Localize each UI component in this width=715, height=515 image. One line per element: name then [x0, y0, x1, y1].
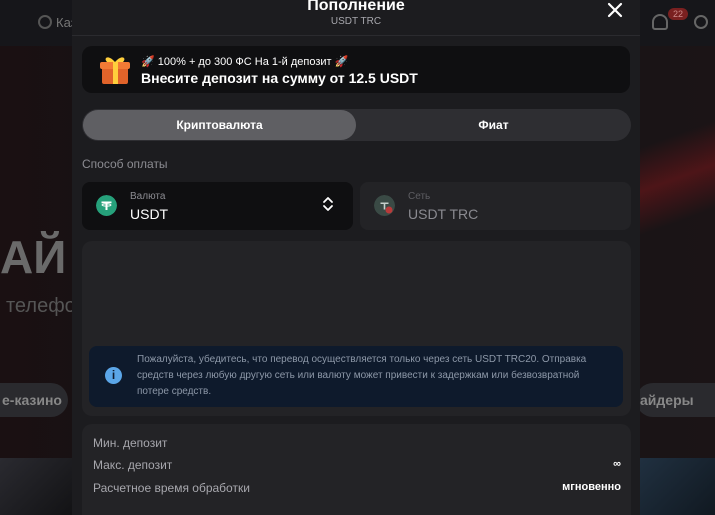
limit-value: ∞ [613, 458, 621, 470]
limit-label: Расчетное время обработки [93, 481, 250, 495]
modal-title: Пополнение [307, 0, 405, 14]
close-button[interactable] [604, 0, 626, 22]
network-value: USDT TRC [408, 206, 479, 222]
tron-network-icon [374, 195, 395, 216]
network-warning-text: Пожалуйста, убедитесь, что перевод осуще… [137, 354, 587, 397]
currency-value: USDT [130, 206, 169, 222]
limit-label: Мин. депозит [93, 436, 168, 450]
close-icon [607, 2, 623, 18]
limit-row-min: Мин. депозит [93, 436, 621, 454]
promo-banner: 🚀 100% + до 300 ФС На 1-й депозит 🚀 Внес… [82, 46, 630, 93]
promo-min-deposit-text: Внесите депозит на сумму от 12.5 USDT [141, 70, 418, 86]
info-icon: i [105, 367, 122, 384]
notification-badge: 22 [668, 8, 688, 20]
currency-select[interactable]: Валюта USDT [82, 182, 353, 230]
casino-nav-icon [38, 15, 52, 29]
chevron-up-down-icon [323, 197, 333, 211]
payment-method-label: Способ оплаты [82, 157, 168, 171]
gift-icon [100, 57, 130, 84]
tether-icon [96, 195, 117, 216]
limit-row-processing-time: Расчетное время обработки мгновенно [93, 481, 621, 499]
user-icon [694, 15, 708, 29]
background-game-card [640, 458, 715, 515]
modal-subtitle: USDT TRC [330, 16, 382, 27]
background-hero-text: АЙ [0, 231, 67, 283]
network-caption: Сеть [408, 191, 431, 202]
deposit-modal: Пополнение USDT TRC 🚀 100% + до 300 ФС Н… [72, 0, 640, 515]
limit-row-max: Макс. депозит ∞ [93, 458, 621, 476]
tab-crypto[interactable]: Криптовалюта [83, 110, 356, 140]
deposit-limits-panel: Мин. депозит Макс. депозит ∞ Расчетное в… [82, 424, 631, 515]
modal-header: Пополнение USDT TRC [72, 0, 640, 36]
background-category-pill: айдеры [636, 383, 715, 417]
network-warning-notice: i Пожалуйста, убедитесь, что перевод осу… [89, 346, 623, 407]
background-category-pill: е-казино [0, 383, 68, 417]
limit-label: Макс. депозит [93, 458, 173, 472]
promo-offer-text: 🚀 100% + до 300 ФС На 1-й депозит 🚀 [141, 56, 349, 68]
bell-icon [652, 14, 668, 30]
tab-fiat[interactable]: Фиат [356, 109, 631, 141]
background-game-card [0, 458, 72, 515]
network-select[interactable]: Сеть USDT TRC [360, 182, 631, 230]
currency-caption: Валюта [130, 191, 166, 202]
payment-type-tabs: Криптовалюта Фиат [82, 109, 631, 141]
limit-value: мгновенно [562, 481, 621, 493]
background-decoration [640, 60, 715, 320]
